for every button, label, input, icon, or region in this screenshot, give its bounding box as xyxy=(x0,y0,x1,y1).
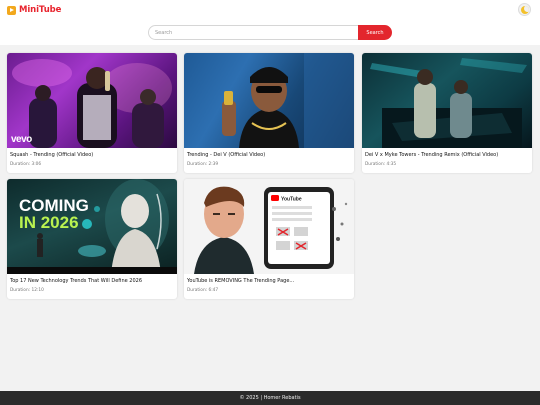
video-title[interactable]: Top 17 New Technology Trends That Will D… xyxy=(10,278,142,284)
footer: © 2025 | Homer Rebatis xyxy=(0,391,540,405)
video-title[interactable]: Trending - Dei V (Official Video) xyxy=(187,152,265,158)
video-duration: Duration: 2:39 xyxy=(187,162,219,167)
search-button[interactable]: Search xyxy=(358,25,392,40)
app-name: MiniTube xyxy=(19,5,62,15)
video-thumbnail[interactable]: vevo xyxy=(7,53,177,148)
video-duration: Duration: 4:35 xyxy=(365,162,397,167)
vevo-badge: vevo xyxy=(11,134,32,145)
video-duration: Duration: 12:10 xyxy=(10,288,44,293)
video-card[interactable]: COMING IN 2026 Top 17 New Technology Tre… xyxy=(7,179,177,299)
video-thumbnail[interactable]: YouTube xyxy=(184,179,354,274)
video-card[interactable]: Trending - Dei V (Official Video) Durati… xyxy=(184,53,354,173)
video-card[interactable]: vevo Squash - Trending (Official Video) … xyxy=(7,53,177,173)
video-thumbnail[interactable]: COMING IN 2026 xyxy=(7,179,177,274)
video-thumbnail[interactable] xyxy=(362,53,532,148)
youtube-logo-text: YouTube xyxy=(281,197,302,203)
video-title[interactable]: YouTube is REMOVING The Trending Page... xyxy=(187,278,294,284)
video-thumbnail[interactable] xyxy=(184,53,354,148)
search-input[interactable] xyxy=(148,25,358,40)
thumbnail-overlay-text: COMING IN 2026 xyxy=(19,196,89,232)
moon-icon xyxy=(520,5,529,14)
video-title[interactable]: Dei V x Myke Towers - Trending Remix (Of… xyxy=(365,152,498,158)
footer-text: © 2025 | Homer Rebatis xyxy=(239,395,301,401)
header: MiniTube Search xyxy=(0,0,540,45)
video-duration: Duration: 3:06 xyxy=(10,162,42,167)
video-card[interactable]: Dei V x Myke Towers - Trending Remix (Of… xyxy=(362,53,532,173)
theme-toggle-button[interactable] xyxy=(518,3,531,16)
play-logo-icon xyxy=(7,5,16,15)
video-title[interactable]: Squash - Trending (Official Video) xyxy=(10,152,93,158)
video-duration: Duration: 6:47 xyxy=(187,288,219,293)
video-card[interactable]: YouTube YouTube is REMOVING The Trending… xyxy=(184,179,354,299)
logo[interactable]: MiniTube xyxy=(7,5,61,15)
search-bar: Search xyxy=(148,25,392,40)
